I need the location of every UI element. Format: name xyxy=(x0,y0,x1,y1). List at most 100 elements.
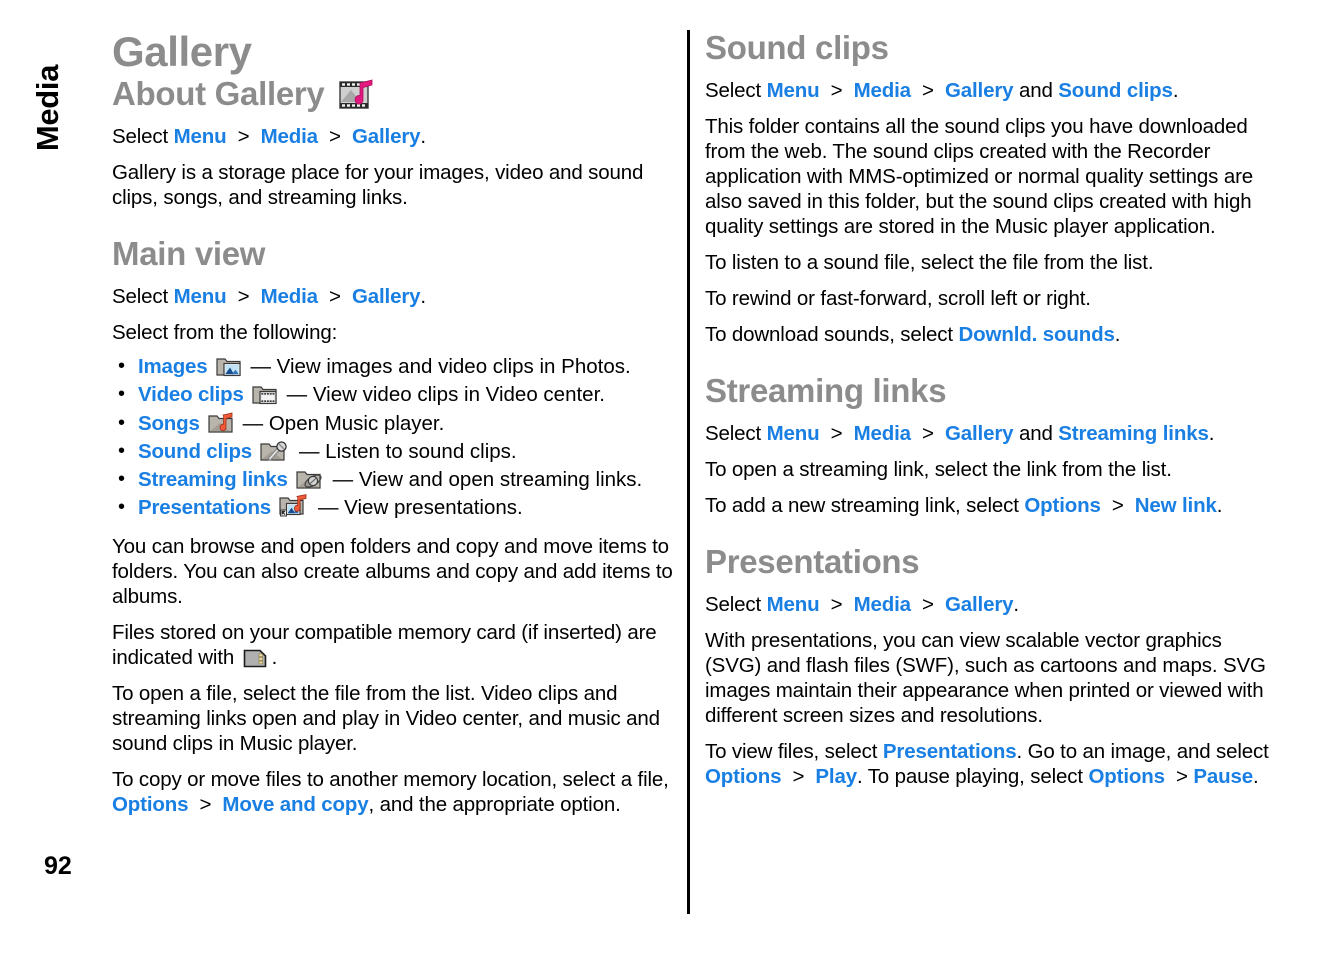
select-suffix: . xyxy=(420,125,426,149)
link-images[interactable]: Images xyxy=(138,355,208,378)
link-options-1[interactable]: Options xyxy=(705,765,782,788)
about-gallery-path: Select Menu > Media > Gallery. xyxy=(112,125,426,149)
link-play[interactable]: Play xyxy=(815,765,857,788)
select-suffix: . xyxy=(1172,78,1179,102)
sound-clips-path: Select Menu > Media > Gallery and Sound … xyxy=(705,78,1179,102)
add-text-after: . xyxy=(1216,493,1223,517)
select-prefix: Select xyxy=(705,421,767,445)
memcard-text-after: . xyxy=(271,645,278,669)
path-separator: > xyxy=(199,792,212,816)
main-view-memcard-paragraph: Files stored on your compatible memory c… xyxy=(112,609,678,670)
select-prefix: Select xyxy=(705,78,767,102)
link-menu[interactable]: Menu xyxy=(767,593,820,616)
link-streaming-links[interactable]: Streaming links xyxy=(1058,422,1209,445)
copy-text-2: , and the appropriate option. xyxy=(368,792,621,816)
section-heading-label: About Gallery xyxy=(112,75,325,113)
memory-card-icon xyxy=(243,648,269,669)
right-column: Sound clips Select Menu > Media > Galler… xyxy=(705,29,1271,789)
link-media[interactable]: Media xyxy=(261,285,319,308)
link-gallery[interactable]: Gallery xyxy=(352,285,421,308)
main-view-browse-paragraph: You can browse and open folders and copy… xyxy=(112,534,673,608)
chapter-tab-label: Media xyxy=(30,64,65,152)
link-menu[interactable]: Menu xyxy=(174,285,227,308)
list-item: • Streaming links — View and open stream… xyxy=(112,466,678,494)
streaming-links-add-paragraph: To add a new streaming link, select Opti… xyxy=(705,482,1271,518)
list-item-desc: — View presentations. xyxy=(317,496,523,520)
link-media[interactable]: Media xyxy=(854,79,912,102)
link-gallery[interactable]: Gallery xyxy=(945,593,1014,616)
presentations-view-paragraph: To view files, select Presentations. Go … xyxy=(705,728,1271,789)
link-media[interactable]: Media xyxy=(854,422,912,445)
memcard-text-before: Files stored on your compatible memory c… xyxy=(112,620,657,669)
link-gallery[interactable]: Gallery xyxy=(352,125,421,148)
presentations-body: With presentations, you can view scalabl… xyxy=(705,628,1266,727)
streaming-links-open-paragraph: To open a streaming link, select the lin… xyxy=(705,457,1172,481)
add-text-before: To add a new streaming link, select xyxy=(705,493,1025,517)
select-prefix: Select xyxy=(112,285,174,308)
link-presentations[interactable]: Presentations xyxy=(138,496,271,519)
page-number: 92 xyxy=(44,852,72,880)
link-options[interactable]: Options xyxy=(112,793,189,816)
section-heading-main-view: Main view xyxy=(112,235,266,273)
link-streaming-links[interactable]: Streaming links xyxy=(138,468,288,491)
link-sound-clips[interactable]: Sound clips xyxy=(1058,79,1173,102)
section-heading-presentations: Presentations xyxy=(705,542,920,580)
main-view-path: Select Menu > Media > Gallery. xyxy=(112,285,426,308)
link-options-2[interactable]: Options xyxy=(1088,765,1165,788)
link-media[interactable]: Media xyxy=(854,593,912,616)
sound-clips-listen-paragraph: To listen to a sound file, select the fi… xyxy=(705,250,1154,274)
select-prefix: Select xyxy=(112,125,174,149)
link-sound-clips[interactable]: Sound clips xyxy=(138,440,252,463)
section-heading-sound-clips: Sound clips xyxy=(705,29,889,66)
section-heading-about-gallery: About Gallery xyxy=(112,75,678,113)
bullet-marker: • xyxy=(118,496,125,519)
link-menu[interactable]: Menu xyxy=(174,125,227,148)
link-video-clips[interactable]: Video clips xyxy=(138,383,244,406)
select-suffix: . xyxy=(420,285,426,308)
link-downld-sounds[interactable]: Downld. sounds xyxy=(959,323,1115,346)
path-separator: > xyxy=(792,764,805,788)
bullet-marker: • xyxy=(118,439,125,462)
link-options[interactable]: Options xyxy=(1024,494,1101,517)
link-menu[interactable]: Menu xyxy=(767,79,820,102)
list-item-desc: — Open Music player. xyxy=(242,411,445,435)
download-text-before: To download sounds, select xyxy=(705,322,959,346)
chapter-side-tab: Media xyxy=(24,28,72,188)
select-suffix: . xyxy=(1013,592,1019,616)
list-item: • Presentations — View presentations. xyxy=(112,494,678,522)
bullet-marker: • xyxy=(118,355,125,377)
link-media[interactable]: Media xyxy=(261,125,319,148)
film-music-icon xyxy=(339,78,376,111)
folder-music-icon xyxy=(208,412,234,435)
list-item: • Songs — Open Music player. xyxy=(112,410,678,438)
presentations-path: Select Menu > Media > Gallery. xyxy=(705,592,1019,616)
main-view-item-list: • Images — View images and video clips i… xyxy=(112,353,678,523)
view-text-4: . xyxy=(1252,764,1259,788)
page-title: Gallery xyxy=(112,28,252,75)
path-separator: > xyxy=(1111,493,1124,517)
link-new-link[interactable]: New link xyxy=(1135,494,1217,517)
about-gallery-body: Gallery is a storage place for your imag… xyxy=(112,161,644,210)
column-divider xyxy=(687,30,690,914)
link-move-and-copy[interactable]: Move and copy xyxy=(222,793,368,816)
list-item: • Images — View images and video clips i… xyxy=(112,353,678,381)
left-column: Gallery About Gallery Select Menu > Medi… xyxy=(112,28,678,817)
link-gallery[interactable]: Gallery xyxy=(945,422,1014,445)
sound-clips-download-paragraph: To download sounds, select Downld. sound… xyxy=(705,311,1271,347)
select-and: and xyxy=(1013,78,1059,102)
link-pause[interactable]: Pause xyxy=(1193,765,1253,788)
bullet-marker: • xyxy=(118,468,125,491)
folder-presentation-icon xyxy=(279,494,309,519)
streaming-links-path: Select Menu > Media > Gallery and Stream… xyxy=(705,421,1215,445)
select-prefix: Select xyxy=(705,592,767,616)
folder-images-icon xyxy=(216,355,242,378)
link-gallery[interactable]: Gallery xyxy=(945,79,1014,102)
link-songs[interactable]: Songs xyxy=(138,412,200,435)
main-view-intro: Select from the following: xyxy=(112,321,338,344)
link-presentations[interactable]: Presentations xyxy=(883,740,1017,763)
link-menu[interactable]: Menu xyxy=(767,422,820,445)
sound-clips-body: This folder contains all the sound clips… xyxy=(705,114,1254,238)
list-item: • Sound clips — Listen to sound clips. xyxy=(112,438,678,466)
view-text-1: To view files, select xyxy=(705,739,883,763)
bullet-marker: • xyxy=(118,383,125,406)
